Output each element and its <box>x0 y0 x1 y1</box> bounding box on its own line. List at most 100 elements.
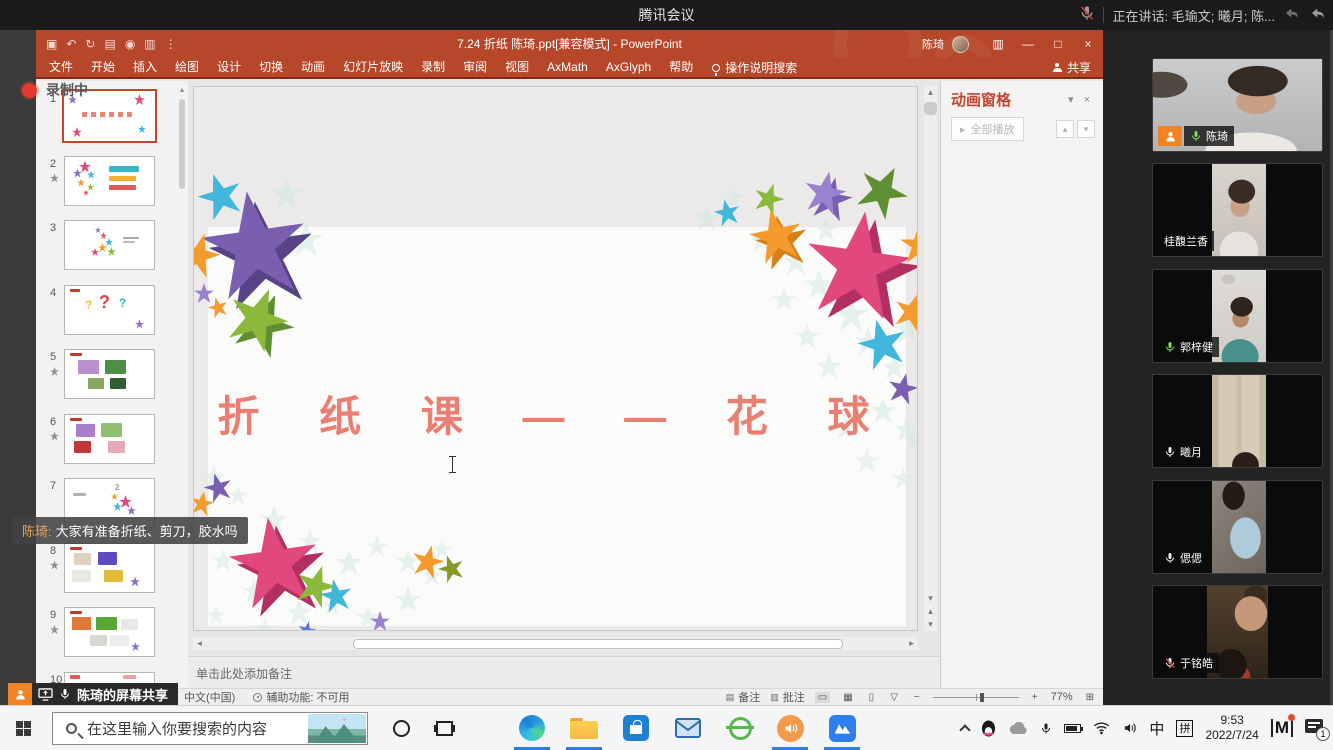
curved-arrow-icon[interactable] <box>1283 4 1301 27</box>
fit-to-window-icon[interactable]: ⊞ <box>1083 692 1097 703</box>
slide-editing-canvas[interactable]: 折 纸 课 — — 花 球 ▴ ▾ ▴ ▾ ◂ ▸ 单击此处添加备注 <box>188 81 940 688</box>
ribbon-tab-10[interactable]: 审阅 <box>454 58 496 77</box>
slideshow-icon[interactable]: ▤ <box>104 38 115 50</box>
slide-thumbnail-9[interactable]: 9 <box>36 607 188 663</box>
next-slide-icon[interactable]: ▾ <box>924 618 937 631</box>
slide-thumbnail-2[interactable]: 2 <box>36 156 188 212</box>
cloud-icon[interactable] <box>1008 722 1028 735</box>
save-icon[interactable]: ▣ <box>46 38 57 50</box>
ribbon-display-options-icon[interactable]: ▥ <box>983 30 1013 58</box>
scrollbar-thumb[interactable] <box>353 639 843 649</box>
ribbon-tab-7[interactable]: 动画 <box>292 58 334 77</box>
search-highlight-image[interactable] <box>308 714 366 743</box>
curved-arrow-icon[interactable] <box>1309 4 1327 27</box>
ribbon-tab-2[interactable]: 开始 <box>82 58 124 77</box>
zoom-level[interactable]: 77% <box>1051 691 1073 703</box>
slide-thumbnail-3[interactable]: 3 <box>36 220 188 276</box>
search-input[interactable]: 在这里输入你要搜索的内容 <box>52 712 368 745</box>
comments-toggle-button[interactable]: ▥ 批注 <box>770 689 805 705</box>
taskbar-audio-app-button[interactable] <box>768 706 812 750</box>
scroll-right-icon[interactable]: ▸ <box>905 637 918 650</box>
language-status[interactable]: 中文(中国) <box>184 689 235 705</box>
ribbon-tab-12[interactable]: AxMath <box>538 58 597 77</box>
horizontal-scrollbar[interactable]: ◂ ▸ <box>193 637 918 650</box>
move-up-icon[interactable]: ▴ <box>1056 120 1074 138</box>
participant-tile-4[interactable]: 曦月 <box>1152 374 1323 468</box>
slide-title-text[interactable]: 折 纸 课 — — 花 球 <box>194 383 917 444</box>
wifi-icon[interactable] <box>1093 721 1110 735</box>
screen-share-indicator[interactable]: 陈琦的屏幕共享 <box>8 683 178 705</box>
scroll-up-icon[interactable]: ▴ <box>924 86 937 99</box>
taskbar-tencent-meeting-button[interactable] <box>820 706 864 750</box>
slideshow-view-button[interactable]: ▽ <box>887 692 901 703</box>
qq-icon[interactable] <box>981 720 996 737</box>
tray-app-logo[interactable]: M <box>1271 719 1293 737</box>
notes-toggle-button[interactable]: ▤ 备注 <box>726 689 761 705</box>
slide-sorter-view-button[interactable]: ▦ <box>840 692 855 703</box>
notification-center-button[interactable]: 1 <box>1305 719 1325 737</box>
reading-view-button[interactable]: ▯ <box>866 692 878 703</box>
slide-thumbnail-4[interactable]: 4??? <box>36 285 188 341</box>
image-tool-icon[interactable]: ▥ <box>144 38 155 50</box>
undo-icon[interactable]: ↶ <box>66 38 76 50</box>
scrollbar-thumb[interactable] <box>924 102 937 115</box>
thumbnail-scrollbar[interactable]: ▴ <box>177 85 187 684</box>
ribbon-tab-14[interactable]: 帮助 <box>660 58 702 77</box>
close-button[interactable]: × <box>1073 30 1103 58</box>
task-view-button[interactable] <box>436 721 453 736</box>
chevron-down-icon[interactable]: ▾ <box>1063 93 1079 106</box>
ime-pinyin-indicator[interactable]: 拼 <box>1176 720 1193 737</box>
taskbar-clock[interactable]: 9:53 2022/7/24 <box>1205 713 1258 743</box>
ime-language-indicator[interactable]: 中 <box>1149 718 1164 739</box>
ribbon-tab-5[interactable]: 设计 <box>208 58 250 77</box>
ribbon-tab-9[interactable]: 录制 <box>412 58 454 77</box>
touch-mode-icon[interactable]: ◉ <box>125 38 135 50</box>
scrollbar-thumb[interactable] <box>179 99 185 189</box>
participant-tile-5[interactable]: 偲偲 <box>1152 480 1323 574</box>
redo-icon[interactable]: ↻ <box>85 38 95 50</box>
scroll-up-icon[interactable]: ▴ <box>177 85 187 95</box>
ribbon-tab-13[interactable]: AxGlyph <box>597 58 660 77</box>
slide[interactable]: 折 纸 课 — — 花 球 <box>193 86 918 631</box>
normal-view-button[interactable]: ▭ <box>815 692 830 703</box>
share-button[interactable]: 共享 <box>1053 59 1091 76</box>
participant-tile-1[interactable]: 陈琦 <box>1152 58 1323 152</box>
ribbon-tab-8[interactable]: 幻灯片放映 <box>334 58 412 77</box>
notes-pane[interactable]: 单击此处添加备注 <box>188 656 940 688</box>
taskbar-edge-button[interactable] <box>510 706 554 750</box>
ribbon-tab-6[interactable]: 切换 <box>250 58 292 77</box>
ribbon-tab-11[interactable]: 视图 <box>496 58 538 77</box>
minimize-button[interactable]: — <box>1013 30 1043 58</box>
close-icon[interactable]: × <box>1079 94 1095 106</box>
vertical-scrollbar[interactable]: ▴ ▾ ▴ ▾ <box>924 86 937 631</box>
cortana-button[interactable] <box>393 720 410 737</box>
battery-icon[interactable] <box>1064 724 1081 733</box>
taskbar-file-explorer-button[interactable] <box>562 706 606 750</box>
tray-mic-icon[interactable] <box>1040 721 1052 736</box>
tell-me-search[interactable]: 操作说明搜索 <box>712 59 797 76</box>
notes-placeholder[interactable]: 单击此处添加备注 <box>196 665 292 682</box>
scroll-down-icon[interactable]: ▾ <box>924 592 937 605</box>
taskbar-mail-button[interactable] <box>666 706 710 750</box>
zoom-in-button[interactable]: + <box>1029 692 1041 703</box>
taskbar-browser-button[interactable] <box>718 706 762 750</box>
zoom-out-button[interactable]: − <box>911 692 923 703</box>
zoom-slider[interactable] <box>933 697 1019 698</box>
accessibility-status[interactable]: 辅助功能: 不可用 <box>253 689 349 705</box>
qat-more-icon[interactable]: ⋮ <box>165 38 177 50</box>
scroll-left-icon[interactable]: ◂ <box>193 637 206 650</box>
maximize-button[interactable]: □ <box>1043 30 1073 58</box>
ribbon-tab-1[interactable]: 文件 <box>40 58 82 77</box>
tray-expand-chevron-icon[interactable] <box>960 724 971 735</box>
zoom-slider-thumb[interactable] <box>980 693 984 702</box>
participant-tile-3[interactable]: 郭梓健 <box>1152 269 1323 363</box>
slide-thumbnail-8[interactable]: 8 <box>36 543 188 599</box>
ribbon-tab-3[interactable]: 插入 <box>124 58 166 77</box>
participant-tile-6[interactable]: 于铭皓 <box>1152 585 1323 679</box>
volume-icon[interactable] <box>1122 721 1137 735</box>
account-avatar[interactable] <box>952 36 969 53</box>
slide-thumbnail-5[interactable]: 5 <box>36 349 188 405</box>
start-button[interactable] <box>16 721 31 736</box>
ribbon-tab-4[interactable]: 绘图 <box>166 58 208 77</box>
slide-thumbnail-6[interactable]: 6 <box>36 414 188 470</box>
